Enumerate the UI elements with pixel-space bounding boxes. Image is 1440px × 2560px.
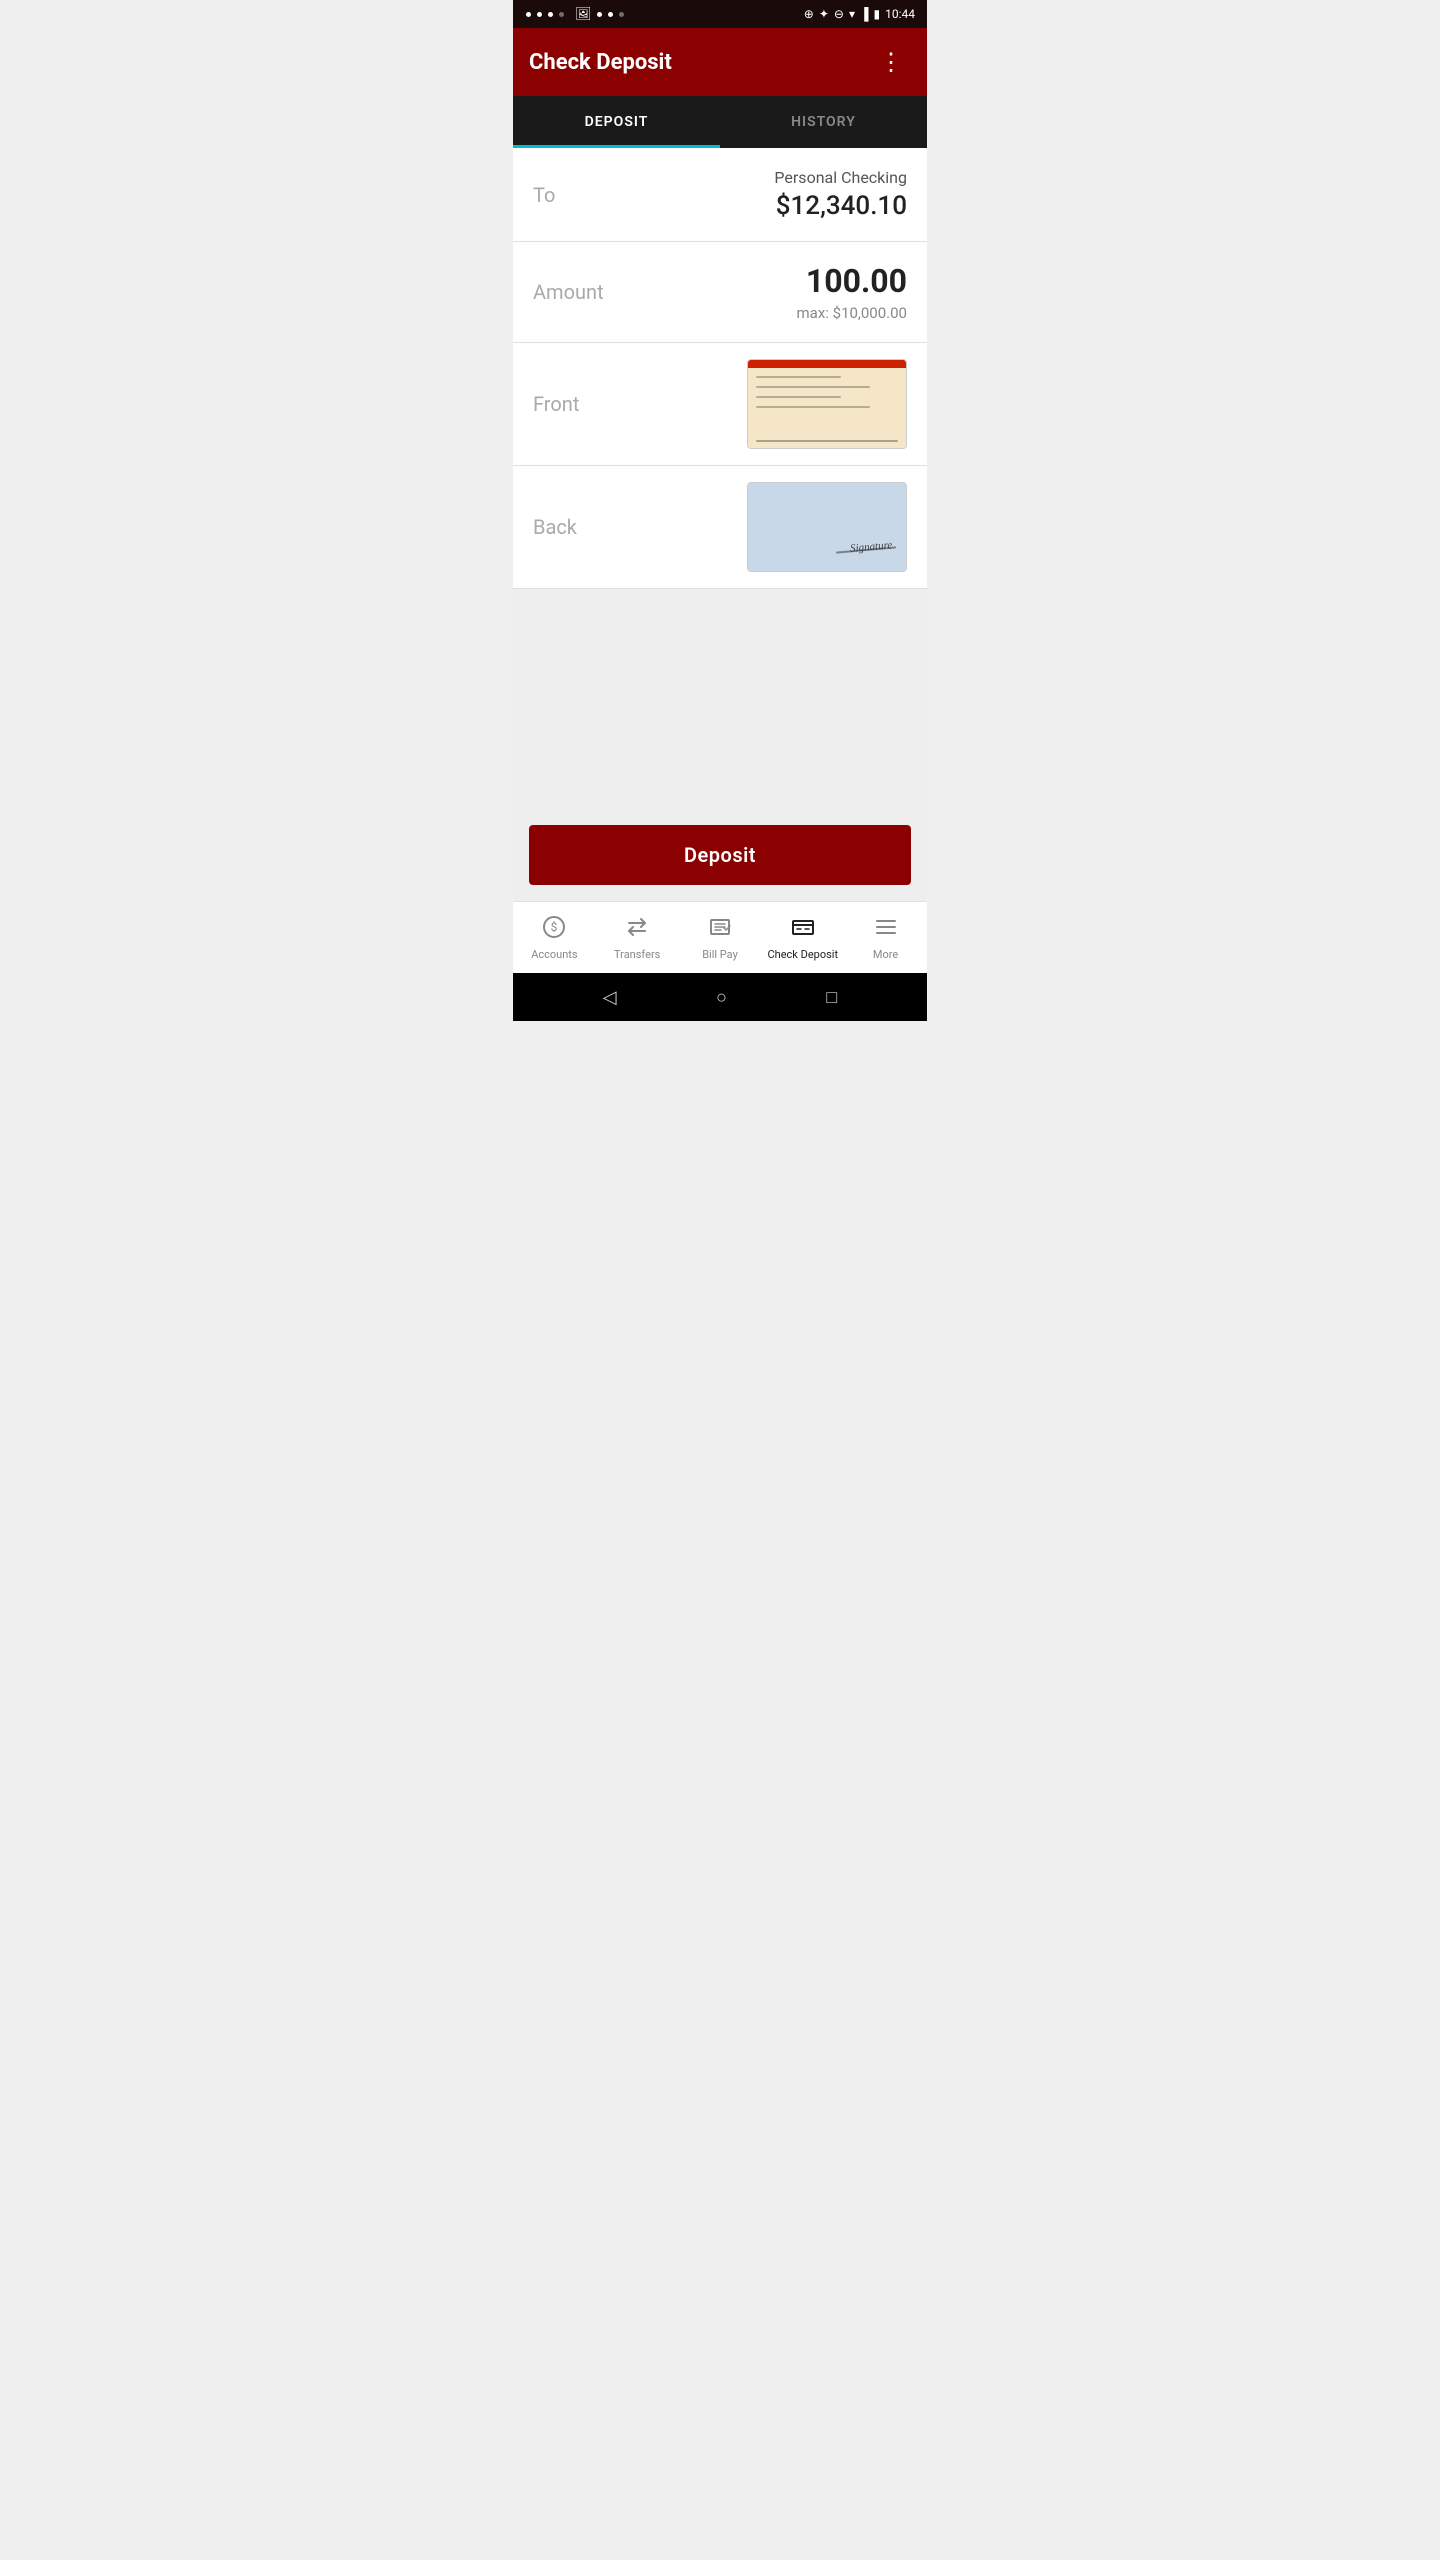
deposit-button[interactable]: Deposit (529, 825, 911, 885)
page-title: Check Deposit (529, 50, 672, 75)
tab-history[interactable]: HISTORY (720, 96, 927, 148)
transfers-icon (625, 915, 649, 944)
account-name: Personal Checking (774, 168, 907, 187)
signal-dot-6 (608, 12, 613, 17)
amount-info: 100.00 max: $10,000.00 (797, 262, 907, 322)
amount-row[interactable]: Amount 100.00 max: $10,000.00 (513, 242, 927, 343)
check-line-2 (756, 386, 870, 388)
gallery-icon: 🖼 (575, 7, 592, 22)
nav-transfers[interactable]: Transfers (596, 902, 679, 973)
signal-dot-3 (548, 12, 553, 17)
time: 10:44 (885, 7, 915, 21)
tab-history-label: HISTORY (791, 114, 856, 130)
status-left: 🖼 (525, 7, 625, 22)
signal-dot-5 (597, 12, 602, 17)
front-check-image[interactable] (747, 359, 907, 449)
deposit-btn-wrapper: Deposit (513, 809, 927, 901)
minus-icon: ⊖ (834, 7, 844, 21)
signal-dot-1 (526, 12, 531, 17)
transfers-label: Transfers (614, 948, 660, 961)
battery-icon: ▮ (874, 7, 881, 21)
amount-label: Amount (533, 280, 604, 304)
accounts-icon: $ (542, 915, 566, 944)
check-back-preview: Signature (748, 483, 906, 571)
sync-icon: ⊕ (804, 7, 814, 21)
signal-dot-4 (559, 12, 564, 17)
home-button[interactable]: ○ (716, 987, 727, 1008)
nav-accounts[interactable]: $ Accounts (513, 902, 596, 973)
nav-more[interactable]: More (844, 902, 927, 973)
check-front-preview (748, 360, 906, 448)
tab-bar: DEPOSIT HISTORY (513, 96, 927, 148)
amount-max: max: $10,000.00 (797, 304, 907, 322)
header: Check Deposit ⋮ (513, 28, 927, 96)
status-bar: 🖼 ⊕ ✦ ⊖ ▾ ▐ ▮ 10:44 (513, 0, 927, 28)
account-balance: $12,340.10 (774, 191, 907, 221)
tab-deposit-label: DEPOSIT (585, 114, 649, 130)
check-micr (756, 440, 898, 442)
bottom-nav: $ Accounts Transfers Bill Pay (513, 901, 927, 973)
svg-text:$: $ (551, 920, 558, 934)
check-line-3 (756, 396, 841, 398)
android-nav: ◁ ○ □ (513, 973, 927, 1021)
billpay-icon (708, 915, 732, 944)
signal-dot-2 (537, 12, 542, 17)
more-options-button[interactable]: ⋮ (871, 44, 911, 80)
check-line-1 (756, 376, 841, 378)
signal-dot-7 (619, 12, 624, 17)
back-button[interactable]: ◁ (603, 987, 617, 1008)
status-right: ⊕ ✦ ⊖ ▾ ▐ ▮ 10:44 (804, 7, 915, 21)
front-row[interactable]: Front (513, 343, 927, 466)
nav-billpay[interactable]: Bill Pay (679, 902, 762, 973)
check-line-4 (756, 406, 870, 408)
more-icon (874, 915, 898, 944)
accounts-label: Accounts (531, 948, 577, 961)
signal-icon: ▐ (860, 7, 869, 21)
form-content: To Personal Checking $12,340.10 Amount 1… (513, 148, 927, 589)
back-check-image[interactable]: Signature (747, 482, 907, 572)
amount-value: 100.00 (797, 262, 907, 300)
checkdeposit-icon (791, 915, 815, 944)
to-label: To (533, 183, 555, 207)
more-label: More (873, 948, 898, 961)
recents-button[interactable]: □ (826, 987, 837, 1008)
back-label: Back (533, 515, 577, 539)
back-row[interactable]: Back Signature (513, 466, 927, 589)
gray-spacer (513, 589, 927, 809)
account-info: Personal Checking $12,340.10 (774, 168, 907, 221)
to-row[interactable]: To Personal Checking $12,340.10 (513, 148, 927, 242)
check-lines (756, 376, 898, 416)
check-red-stripe (748, 360, 906, 368)
tab-deposit[interactable]: DEPOSIT (513, 96, 720, 148)
checkdeposit-label: Check Deposit (768, 948, 839, 961)
bluetooth-icon: ✦ (819, 7, 829, 21)
wifi-icon: ▾ (849, 7, 855, 21)
billpay-label: Bill Pay (702, 948, 738, 961)
front-label: Front (533, 392, 579, 416)
nav-checkdeposit[interactable]: Check Deposit (761, 902, 844, 973)
